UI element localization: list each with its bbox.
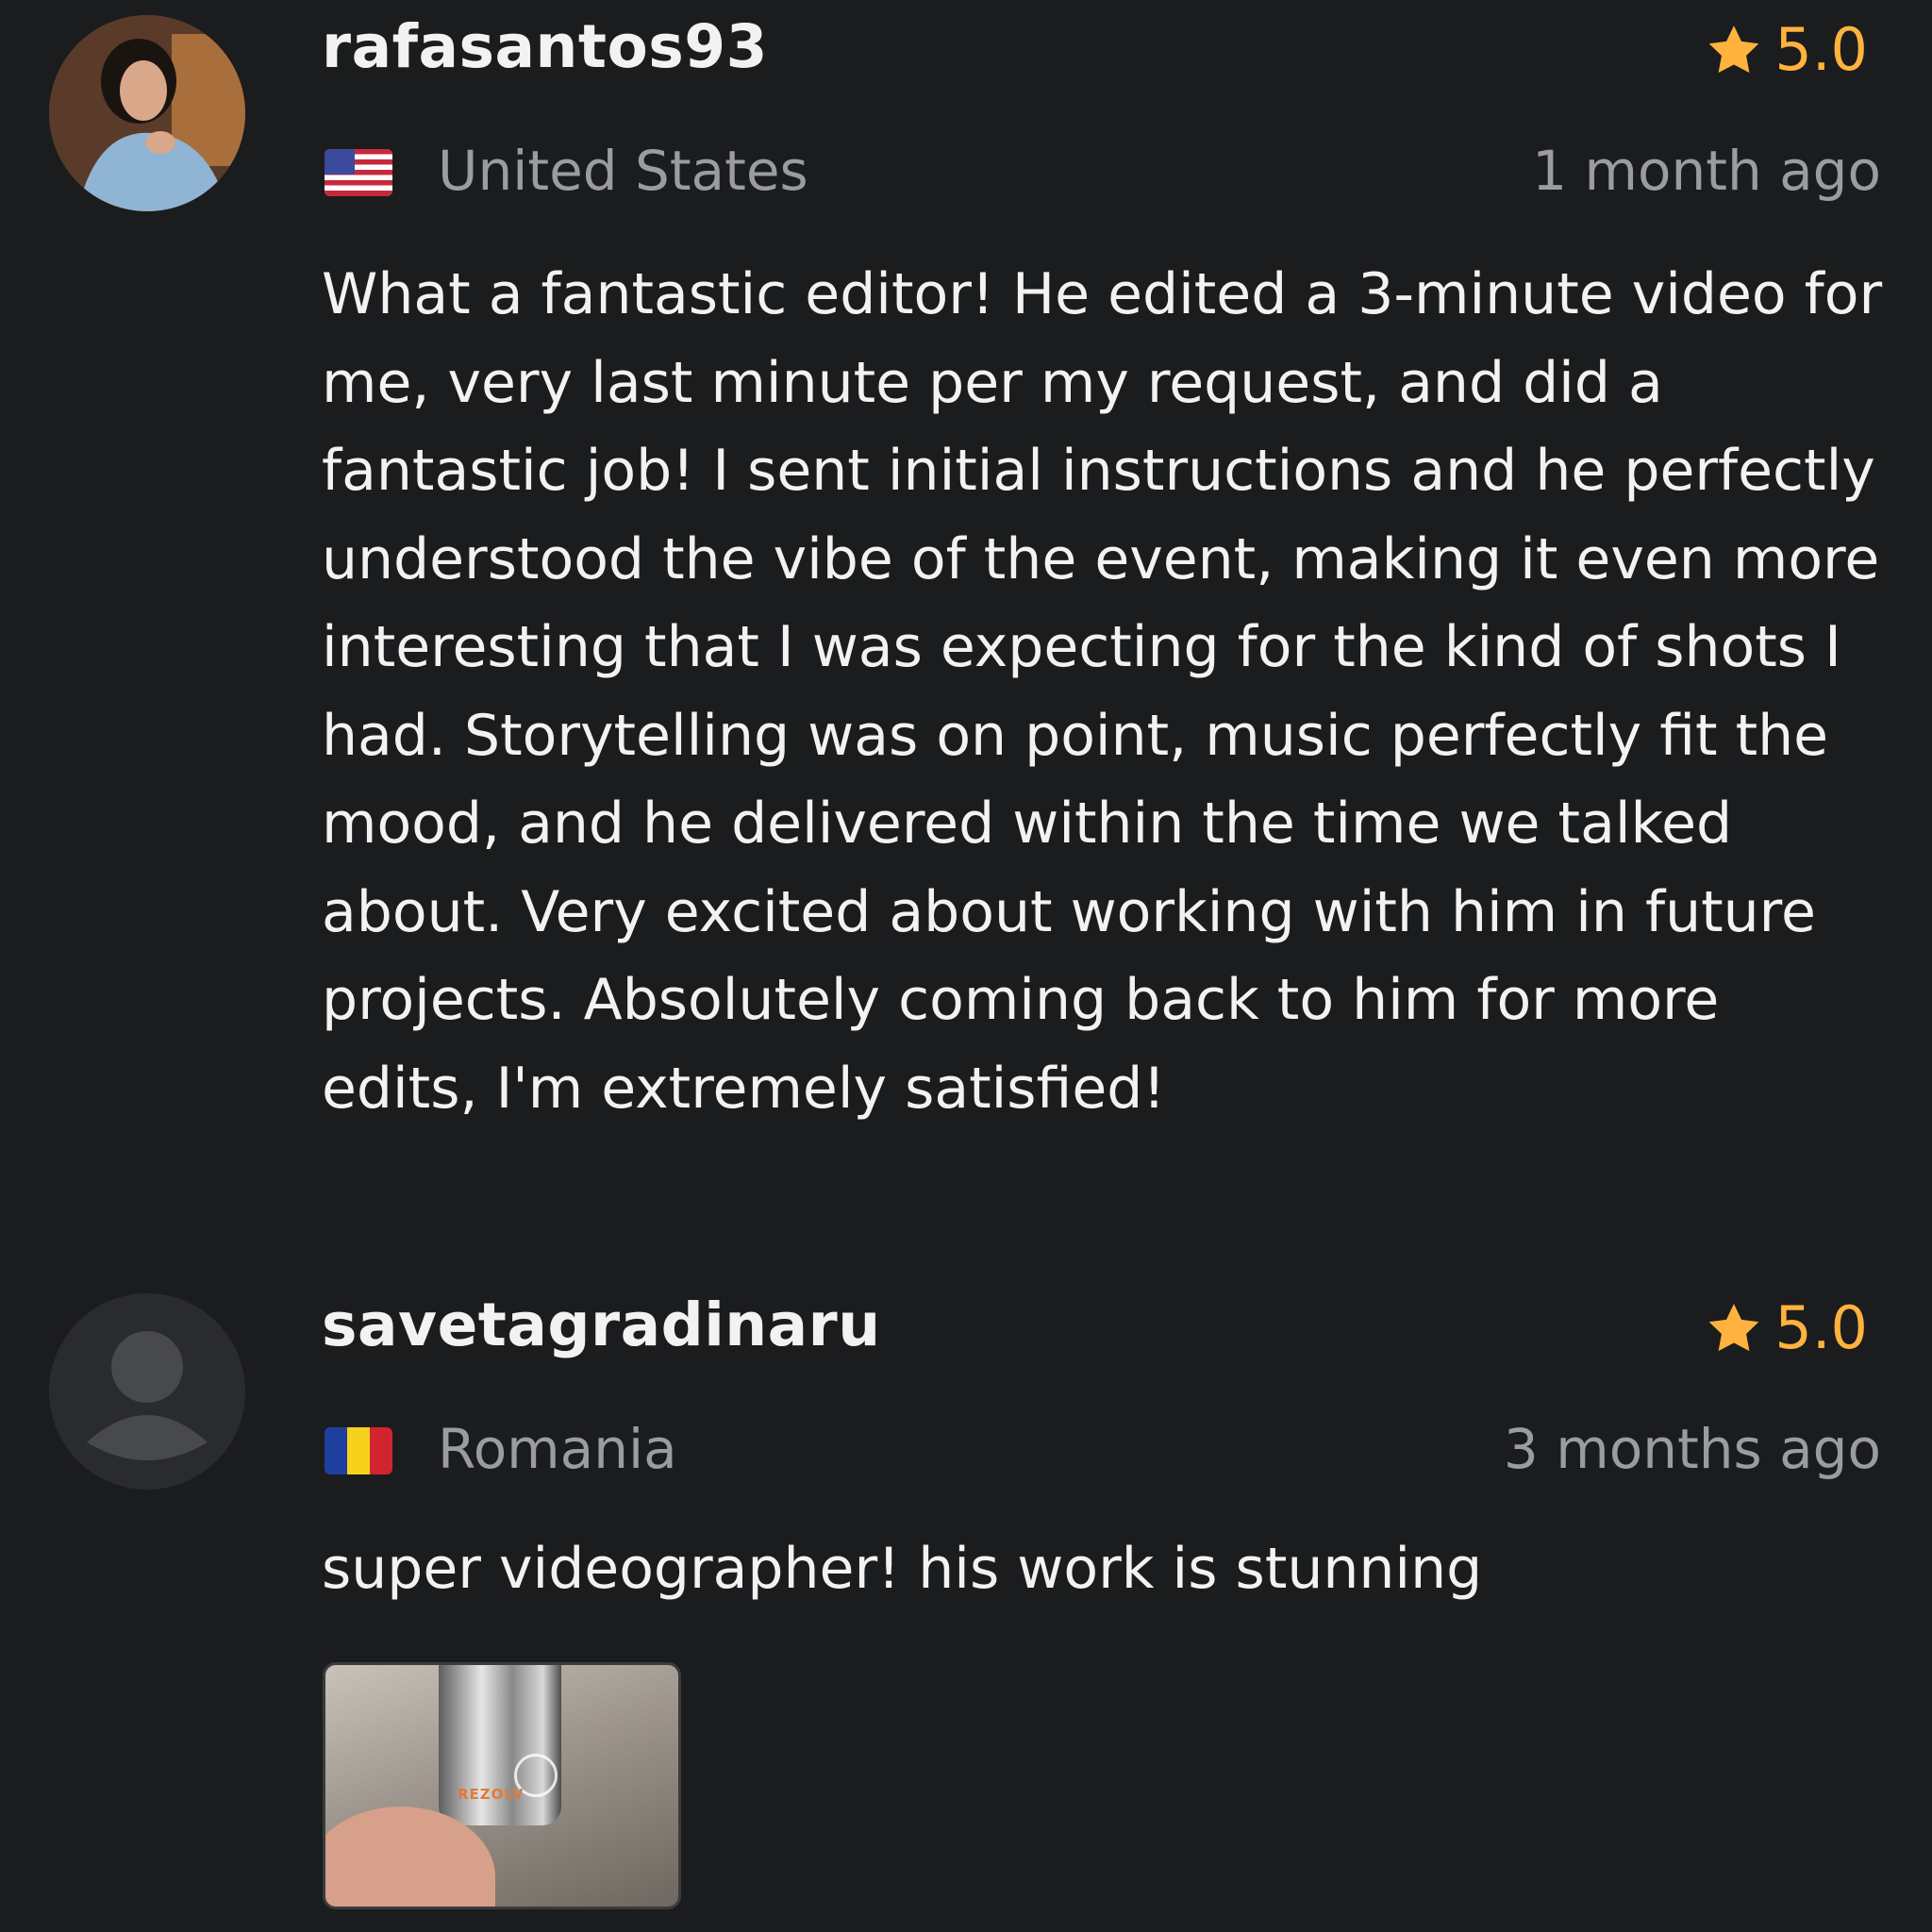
user-avatar[interactable] (49, 15, 245, 211)
review-attachment-thumbnail[interactable]: REZOLV (323, 1662, 681, 1909)
romania-flag-icon (325, 1427, 392, 1474)
star-icon (1709, 25, 1759, 74)
review-body: super videographer! his work is stunning (322, 1536, 1483, 1602)
attachment-watermark: REZOLV (458, 1786, 525, 1803)
reviewer-country: United States (438, 139, 808, 203)
review-body: What a fantastic editor! He edited a 3-m… (322, 261, 1883, 1122)
rating-value: 5.0 (1774, 1293, 1868, 1362)
reviewer-meta: Romania 3 months ago (325, 1420, 1881, 1488)
reviewer-username[interactable]: savetagradinaru (322, 1295, 881, 1355)
reviewer-country: Romania (438, 1417, 677, 1481)
reviewer-username[interactable]: rafasantos93 (322, 17, 768, 76)
default-user-icon (49, 1293, 245, 1490)
review-timestamp: 1 month ago (1532, 139, 1881, 203)
rating-value: 5.0 (1774, 15, 1868, 84)
star-icon (1709, 1304, 1759, 1352)
review-rating: 5.0 (1707, 1299, 1868, 1357)
review-timestamp: 3 months ago (1503, 1417, 1881, 1481)
reviewer-meta: United States 1 month ago (325, 142, 1881, 209)
avatar-photo-icon (49, 15, 245, 211)
review-card: savetagradinaru 5.0 Romania 3 months ago… (0, 1278, 1932, 1932)
review-rating: 5.0 (1707, 21, 1868, 79)
review-card: rafasantos93 5.0 United States 1 month a… (0, 0, 1932, 1255)
user-avatar[interactable] (49, 1293, 245, 1490)
us-flag-icon (325, 149, 392, 196)
